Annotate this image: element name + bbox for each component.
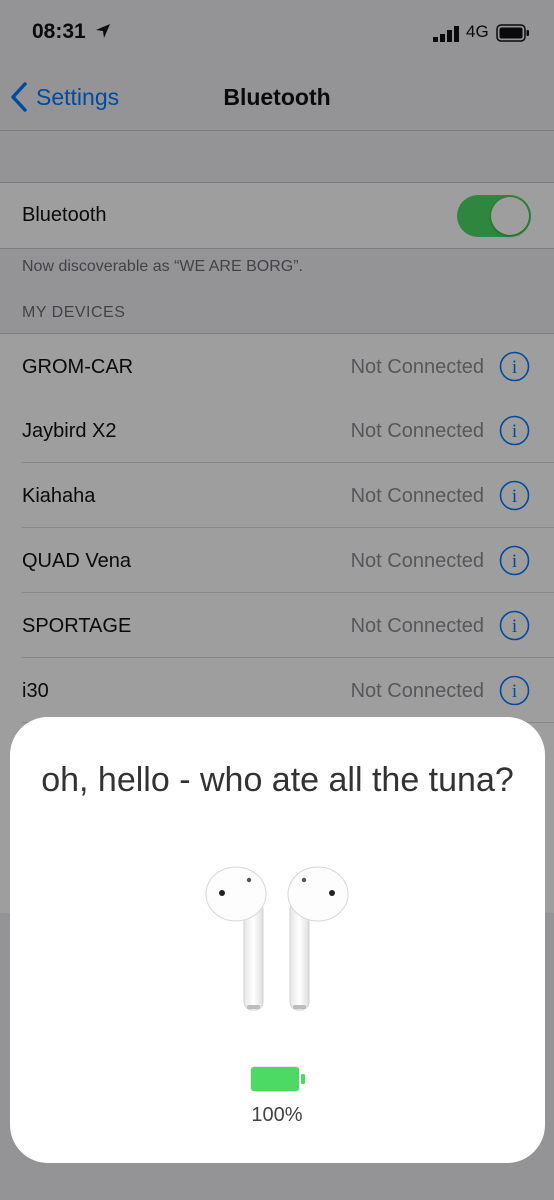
airpods-battery-icon bbox=[250, 1066, 305, 1092]
popup-title: oh, hello - who ate all the tuna? bbox=[41, 761, 514, 799]
airpods-battery-percent: 100% bbox=[251, 1104, 303, 1126]
airpods-icon bbox=[205, 866, 349, 1011]
